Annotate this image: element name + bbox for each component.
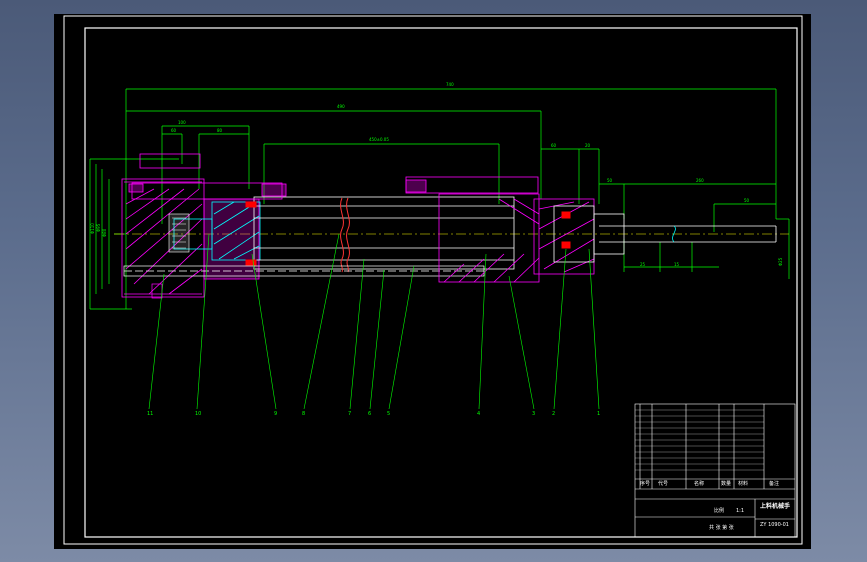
svg-text:20: 20 (585, 143, 591, 148)
pinion-gear (168, 213, 190, 253)
callout-number: 2 (552, 411, 555, 417)
assembly-drawing: 740 490 100 60 80 450±0.05 60 20 50 260 … (63, 15, 803, 545)
callout-number: 11 (147, 411, 153, 417)
callout-number: 1 (597, 411, 600, 417)
callout-number: 7 (348, 411, 351, 417)
dimension-text: 740 490 100 60 80 450±0.05 60 20 50 260 … (90, 82, 783, 267)
svg-text:740: 740 (446, 82, 454, 87)
break-lines (340, 197, 350, 273)
callout-number: 5 (387, 411, 390, 417)
callout-number: 8 (302, 411, 305, 417)
inner-frame (84, 27, 798, 538)
svg-text:Φ25: Φ25 (778, 257, 783, 266)
svg-text:50: 50 (607, 178, 613, 183)
callout-number: 10 (195, 411, 201, 417)
title-block-rows (635, 409, 764, 471)
svg-text:260: 260 (696, 178, 704, 183)
svg-text:Φ80: Φ80 (102, 228, 107, 237)
callout-numbers: 11 10 9 8 7 6 5 4 3 2 1 (147, 411, 600, 417)
svg-text:25: 25 (640, 262, 646, 267)
bottom-tie-rod (123, 265, 485, 299)
callout-number: 3 (532, 411, 535, 417)
callout-number: 4 (477, 411, 480, 417)
svg-text:50: 50 (744, 198, 750, 203)
svg-text:Φ95: Φ95 (96, 223, 101, 232)
cylinder-tube (253, 196, 515, 270)
callout-number: 9 (274, 411, 277, 417)
svg-text:Φ110: Φ110 (90, 223, 95, 234)
svg-text:15: 15 (674, 262, 680, 267)
outer-frame (63, 15, 803, 545)
left-end-cap (121, 178, 260, 298)
svg-text:490: 490 (337, 104, 345, 109)
top-oil-tube (131, 153, 539, 200)
callout-number: 6 (368, 411, 371, 417)
seals (245, 201, 571, 266)
cad-viewport[interactable]: 740 490 100 60 80 450±0.05 60 20 50 260 … (54, 14, 811, 549)
svg-text:100: 100 (178, 120, 186, 125)
svg-text:80: 80 (217, 128, 223, 133)
svg-text:60: 60 (551, 143, 557, 148)
title-block (634, 403, 796, 538)
svg-text:60: 60 (171, 128, 177, 133)
svg-text:450±0.05: 450±0.05 (369, 137, 389, 142)
